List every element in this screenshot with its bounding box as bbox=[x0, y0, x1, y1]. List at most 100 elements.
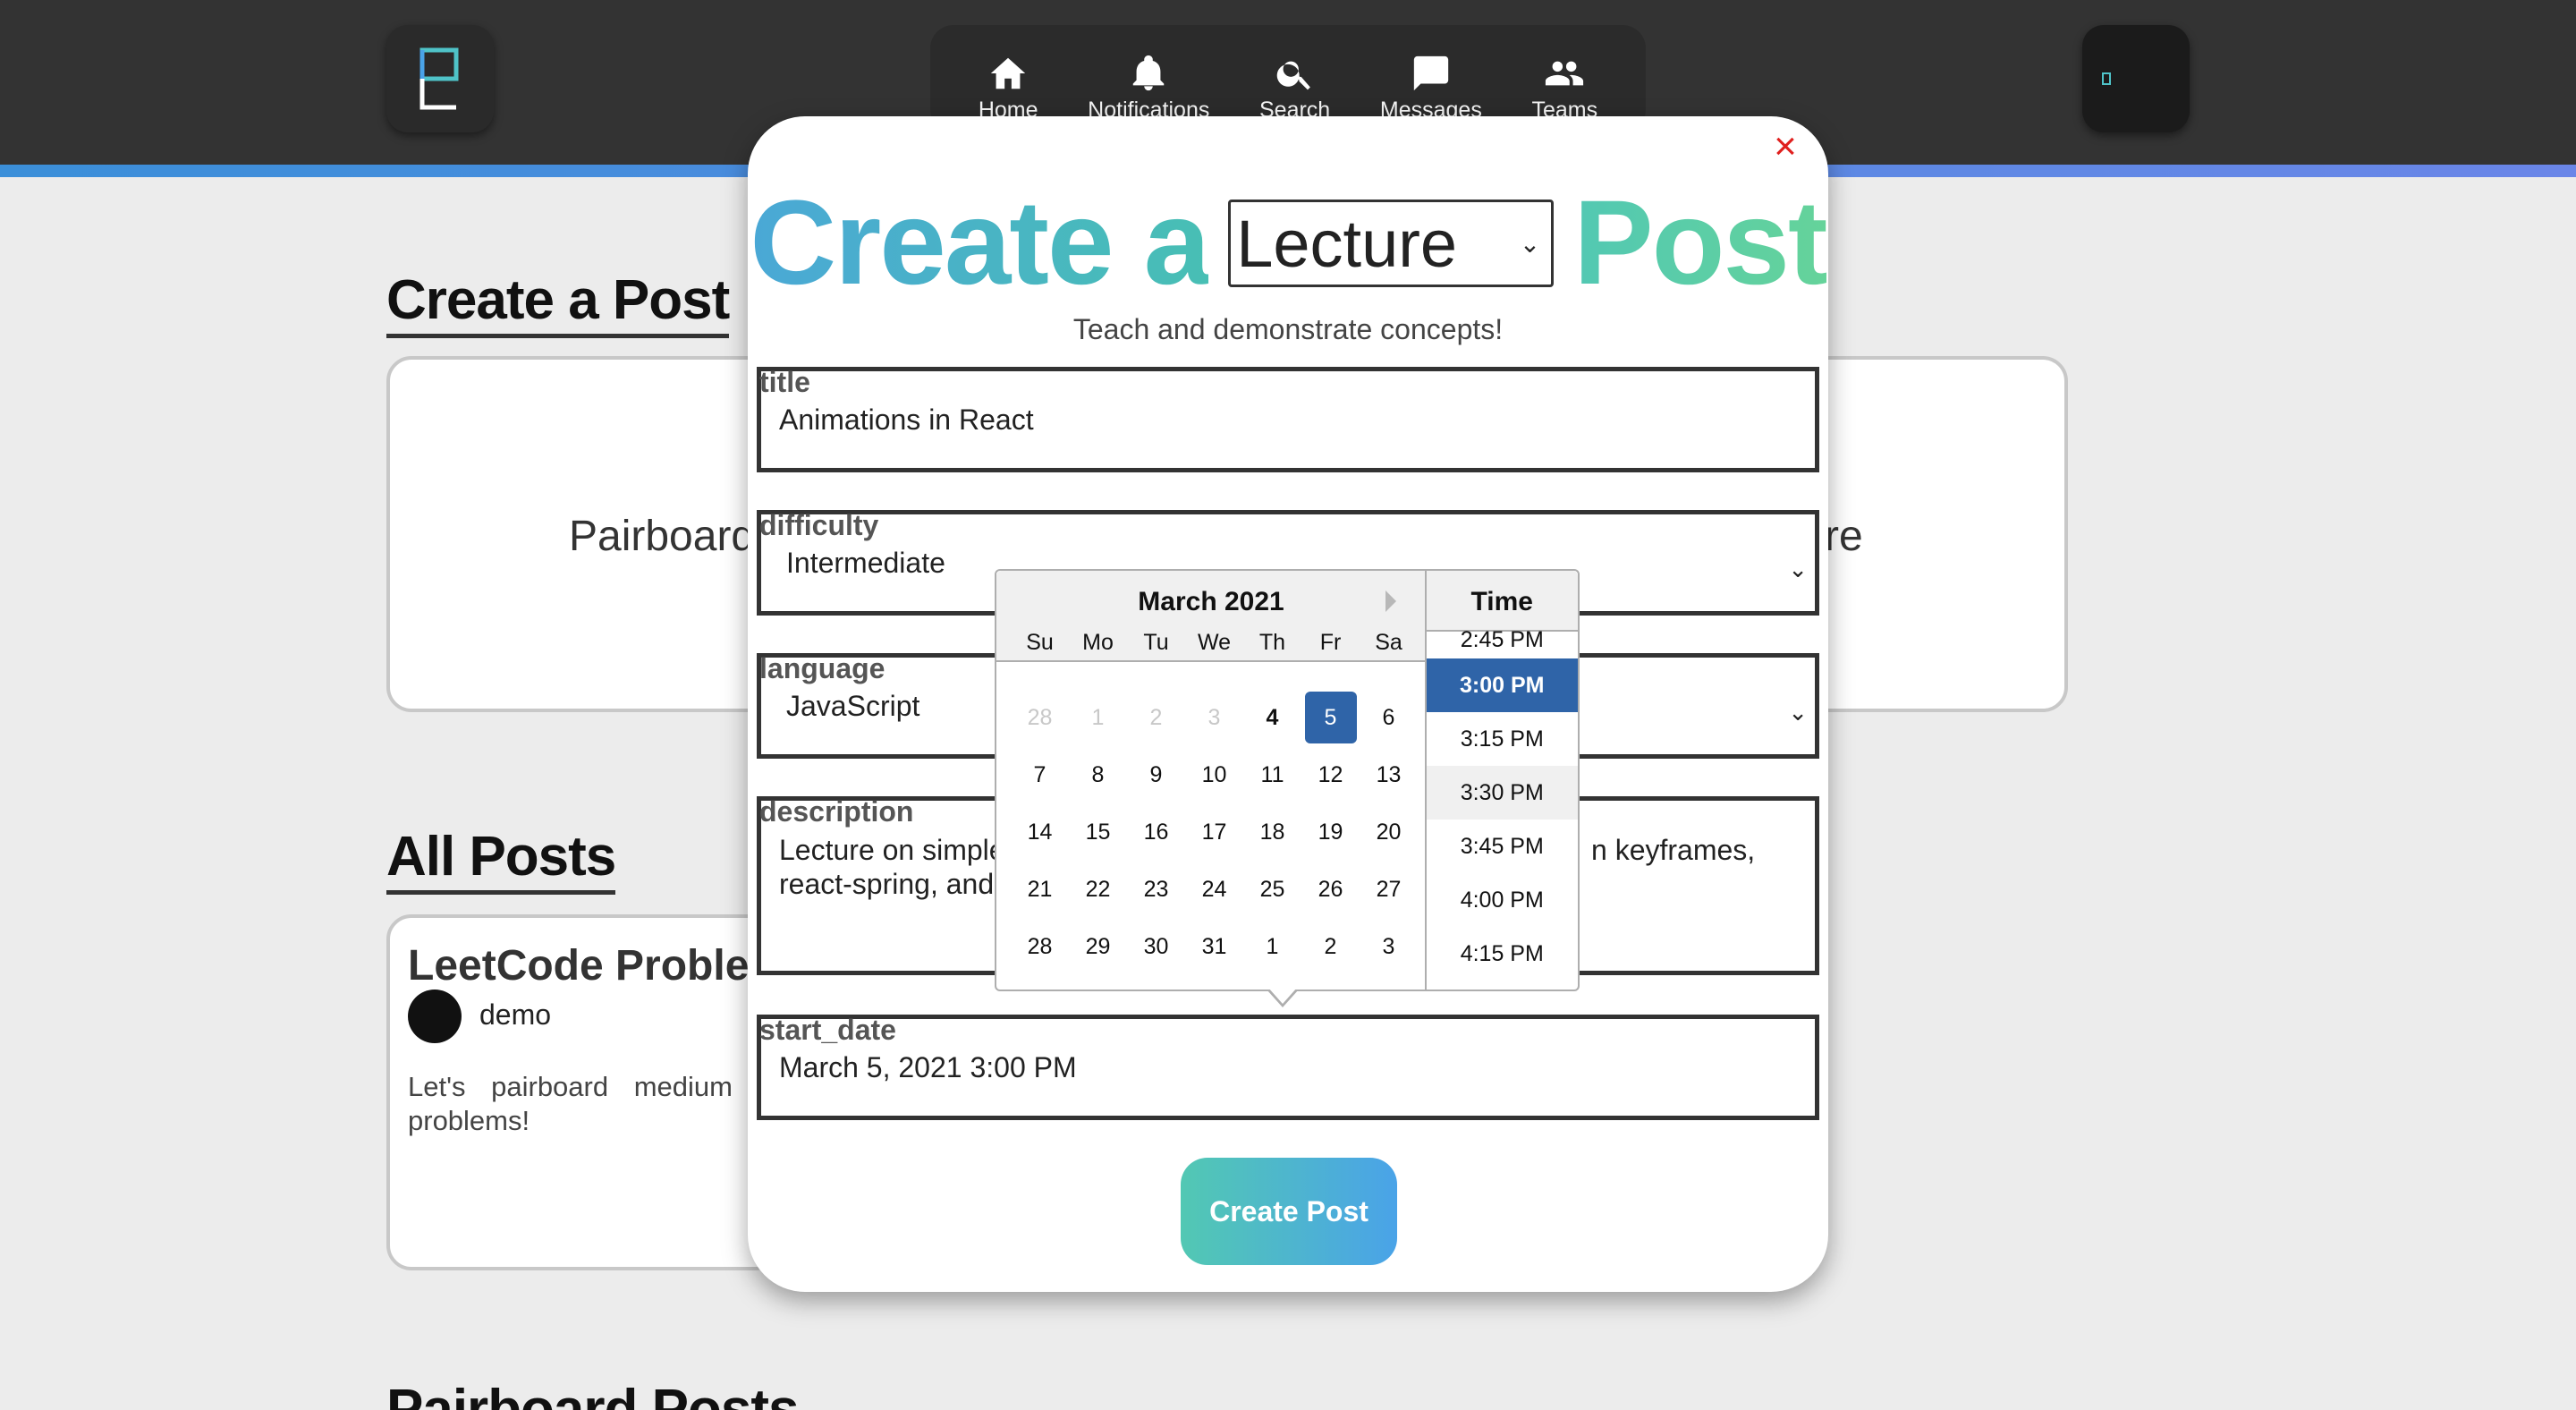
user-avatar-button[interactable] bbox=[2082, 25, 2190, 132]
post-card[interactable]: LeetCode Problem demo Let's pairboard me… bbox=[386, 914, 780, 1270]
title-field[interactable]: title Animations in React bbox=[757, 366, 1819, 472]
day-cell[interactable]: 17 bbox=[1189, 806, 1241, 858]
language-value: JavaScript bbox=[786, 690, 920, 722]
weekday-label: Th bbox=[1258, 630, 1286, 655]
day-cell[interactable]: 2 bbox=[1305, 921, 1357, 973]
datepicker-time-column: Time 2:45 PM 3:00 PM 3:15 PM 3:30 PM 3:4… bbox=[1424, 571, 1578, 990]
start-date-label: start_date bbox=[759, 1014, 896, 1046]
time-option[interactable]: 3:45 PM bbox=[1427, 820, 1578, 873]
day-cell[interactable]: 13 bbox=[1363, 749, 1415, 801]
difficulty-value: Intermediate bbox=[786, 547, 945, 579]
bell-icon bbox=[1133, 55, 1165, 90]
day-cell[interactable]: 1 bbox=[1247, 921, 1299, 973]
time-option[interactable]: 2:45 PM bbox=[1427, 629, 1578, 658]
mini-logo-icon bbox=[2102, 72, 2111, 85]
description-text-line2a: react-spring, and bbox=[779, 868, 995, 900]
day-cell[interactable]: 3 bbox=[1189, 692, 1241, 743]
datepicker-pointer bbox=[1267, 988, 1299, 1007]
datepicker-header: March 2021 Su Mo Tu We Th Fr Sa bbox=[996, 571, 1425, 662]
day-cell[interactable]: 31 bbox=[1189, 921, 1241, 973]
difficulty-label: difficulty bbox=[759, 509, 879, 541]
day-cell[interactable]: 10 bbox=[1189, 749, 1241, 801]
day-cell[interactable]: 21 bbox=[1014, 863, 1066, 915]
day-cell[interactable]: 16 bbox=[1131, 806, 1182, 858]
datepicker-popup: March 2021 Su Mo Tu We Th Fr Sa 28 1 2 3… bbox=[995, 569, 1580, 1007]
day-cell[interactable]: 6 bbox=[1363, 692, 1415, 743]
datepicker-week: 28 29 30 31 1 2 3 bbox=[1011, 918, 1419, 975]
day-cell[interactable]: 28 bbox=[1014, 692, 1066, 743]
weekday-label: Sa bbox=[1375, 630, 1402, 655]
day-cell[interactable]: 14 bbox=[1014, 806, 1066, 858]
chat-icon bbox=[1413, 55, 1449, 90]
day-cell-today[interactable]: 4 bbox=[1247, 692, 1299, 743]
start-date-field[interactable]: start_date March 5, 2021 3:00 PM bbox=[757, 1014, 1819, 1120]
weekday-label: We bbox=[1197, 630, 1232, 655]
datepicker-week: 21 22 23 24 25 26 27 bbox=[1011, 861, 1419, 918]
title-field-label: title bbox=[759, 366, 810, 398]
chevron-down-icon: ⌄ bbox=[1788, 556, 1808, 582]
day-cell[interactable]: 15 bbox=[1072, 806, 1124, 858]
day-cell[interactable]: 29 bbox=[1072, 921, 1124, 973]
title-field-value: Animations in React bbox=[779, 403, 1034, 436]
create-post-button[interactable]: Create Post bbox=[1181, 1158, 1397, 1265]
day-cell[interactable]: 12 bbox=[1305, 749, 1357, 801]
day-cell[interactable]: 23 bbox=[1131, 863, 1182, 915]
day-cell[interactable]: 1 bbox=[1072, 692, 1124, 743]
post-card-username: demo bbox=[479, 998, 552, 1031]
close-icon[interactable]: × bbox=[1764, 125, 1807, 168]
day-cell[interactable]: 11 bbox=[1247, 749, 1299, 801]
pairboard-logo[interactable] bbox=[386, 25, 494, 132]
day-cell[interactable]: 3 bbox=[1363, 921, 1415, 973]
time-option-selected[interactable]: 3:00 PM bbox=[1426, 658, 1578, 712]
description-text-line1b: n keyframes, bbox=[1591, 834, 1756, 866]
day-cell[interactable]: 19 bbox=[1305, 806, 1357, 858]
post-type-select[interactable]: Lecture ⌄ bbox=[1228, 200, 1555, 287]
day-cell[interactable]: 8 bbox=[1072, 749, 1124, 801]
start-date-value: March 5, 2021 3:00 PM bbox=[779, 1051, 1077, 1083]
avatar bbox=[2102, 72, 2170, 86]
description-text-line1a: Lecture on simple bbox=[779, 834, 1005, 866]
day-cell[interactable]: 30 bbox=[1131, 921, 1182, 973]
day-cell[interactable]: 27 bbox=[1363, 863, 1415, 915]
chevron-down-icon: ⌄ bbox=[1788, 699, 1808, 726]
post-type-value: Lecture bbox=[1236, 206, 1458, 281]
weekday-label: Mo bbox=[1082, 630, 1114, 655]
home-icon bbox=[991, 57, 1026, 89]
chevron-down-icon: ⌄ bbox=[1519, 229, 1541, 258]
day-cell[interactable]: 9 bbox=[1131, 749, 1182, 801]
post-card-title: LeetCode Problem bbox=[408, 942, 780, 990]
time-list[interactable]: 2:45 PM 3:00 PM 3:15 PM 3:30 PM 3:45 PM … bbox=[1426, 629, 1578, 981]
people-icon bbox=[1546, 61, 1584, 85]
day-cell[interactable]: 2 bbox=[1131, 692, 1182, 743]
day-cell-selected[interactable]: 5 bbox=[1304, 692, 1357, 743]
weekday-label: Tu bbox=[1143, 630, 1169, 655]
day-cell[interactable]: 7 bbox=[1014, 749, 1066, 801]
datepicker-month: March 2021 Su Mo Tu We Th Fr Sa 28 1 2 3… bbox=[996, 571, 1425, 990]
all-posts-heading: All Posts bbox=[386, 825, 616, 895]
choice-pairboard[interactable]: Pairboard bbox=[569, 512, 755, 561]
weekday-label: Su bbox=[1026, 630, 1054, 655]
modal-title: Create a Lecture ⌄ Post bbox=[748, 181, 1828, 306]
time-option[interactable]: 4:00 PM bbox=[1427, 873, 1578, 927]
next-month-icon[interactable] bbox=[1385, 590, 1396, 612]
day-cell[interactable]: 24 bbox=[1189, 863, 1241, 915]
description-label: description bbox=[759, 795, 914, 828]
day-cell[interactable]: 20 bbox=[1363, 806, 1415, 858]
time-option[interactable]: 4:15 PM bbox=[1427, 927, 1578, 981]
create-post-heading: Create a Post bbox=[386, 268, 730, 338]
time-option[interactable]: 3:15 PM bbox=[1427, 712, 1578, 766]
modal-title-suffix: Post bbox=[1573, 176, 1827, 310]
datepicker-week: 14 15 16 17 18 19 20 bbox=[1011, 803, 1419, 861]
datepicker-week: 28 1 2 3 4 5 6 bbox=[1011, 689, 1419, 746]
day-cell[interactable]: 25 bbox=[1247, 863, 1299, 915]
modal-title-prefix: Create a bbox=[750, 176, 1210, 310]
day-cell[interactable]: 22 bbox=[1072, 863, 1124, 915]
day-cell[interactable]: 26 bbox=[1305, 863, 1357, 915]
time-option[interactable]: 3:30 PM bbox=[1426, 766, 1578, 820]
time-header: Time bbox=[1426, 571, 1578, 632]
choice-lecture[interactable]: re bbox=[1825, 512, 1863, 561]
day-cell[interactable]: 28 bbox=[1014, 921, 1066, 973]
pairboard-posts-heading: Pairboard Posts bbox=[386, 1378, 799, 1410]
search-icon bbox=[1276, 61, 1310, 89]
day-cell[interactable]: 18 bbox=[1247, 806, 1299, 858]
